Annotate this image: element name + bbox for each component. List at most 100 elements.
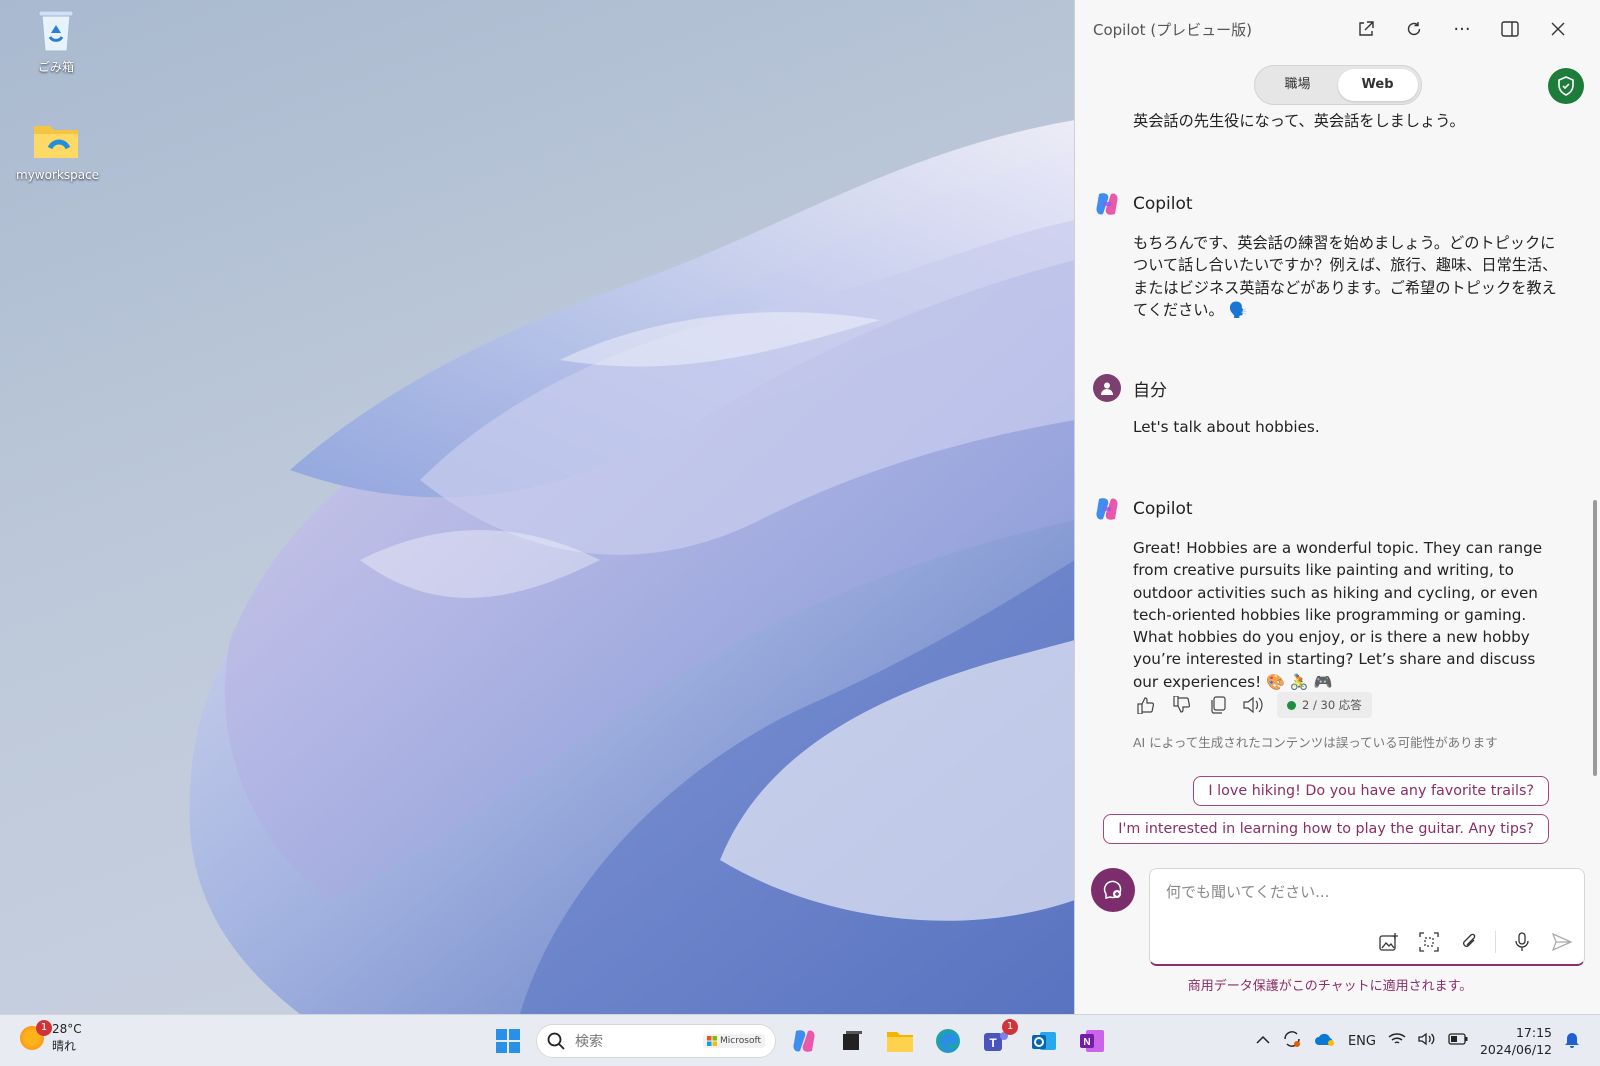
composer-tools	[1375, 928, 1576, 956]
image-add-icon	[1379, 933, 1398, 951]
panel-titlebar: Copilot (プレビュー版) ···	[1075, 0, 1600, 58]
copilot-logo-icon	[1096, 193, 1118, 215]
taskbar-edge[interactable]	[928, 1021, 968, 1061]
desktop-icon-recycle-bin[interactable]: ごみ箱	[16, 6, 96, 75]
system-clock[interactable]: 17:15 2024/06/12	[1480, 1024, 1552, 1058]
refresh-icon	[1407, 22, 1421, 36]
taskbar-file-explorer[interactable]	[880, 1021, 920, 1061]
mode-toggle: 職場 Web	[1253, 65, 1422, 105]
file-explorer-icon	[887, 1032, 913, 1052]
battery-button[interactable]	[1448, 1033, 1468, 1049]
close-button[interactable]	[1534, 9, 1582, 49]
taskbar-copilot[interactable]	[784, 1021, 824, 1061]
weather-badge: 1	[36, 1020, 52, 1036]
chat-transcript: 英会話の先生役になって、英会話をしましょう。 Copilot もちろんです、英会…	[1075, 112, 1585, 872]
sun-icon: 1	[20, 1020, 52, 1050]
panel-title: Copilot (プレビュー版)	[1093, 20, 1253, 39]
dislike-button[interactable]	[1169, 692, 1195, 718]
system-tray: ENG 17:15 2024/06/12	[1256, 1021, 1580, 1061]
taskbar-task-view[interactable]	[832, 1021, 872, 1061]
suggestion-chip[interactable]: I love hiking! Do you have any favorite …	[1193, 776, 1549, 806]
new-chat-icon	[1103, 880, 1122, 899]
thumbs-up-icon	[1137, 697, 1155, 714]
message-text: Great! Hobbies are a wonderful topic. Th…	[1133, 539, 1543, 691]
copy-button[interactable]	[1205, 692, 1231, 718]
new-topic-button[interactable]	[1091, 868, 1135, 912]
wifi-icon	[1388, 1033, 1406, 1044]
input-language[interactable]: ENG	[1348, 1034, 1376, 1049]
taskbar-search[interactable]: 検索 Microsoft	[536, 1024, 776, 1058]
message-author: 自分	[1133, 380, 1167, 401]
taskbar-onenote[interactable]: N	[1072, 1021, 1112, 1061]
clock-date: 2024/06/12	[1479, 1042, 1552, 1057]
user-avatar	[1093, 374, 1121, 402]
send-icon	[1552, 933, 1572, 951]
weather-widget[interactable]: 1 28°C 晴れ	[20, 1020, 82, 1055]
copilot-panel: Copilot (プレビュー版) ··· 職場 Web 英会話の先生役になって、…	[1074, 0, 1600, 1014]
desktop-icon-myworkspace[interactable]: myworkspace	[16, 116, 99, 182]
taskbar-outlook[interactable]	[1024, 1021, 1064, 1061]
dock-toggle-button[interactable]	[1486, 9, 1534, 49]
more-options-button[interactable]: ···	[1438, 9, 1486, 49]
show-hidden-icons-button[interactable]	[1256, 1034, 1270, 1049]
voice-input-button[interactable]	[1508, 928, 1536, 956]
desktop-icon-label: ごみ箱	[37, 60, 74, 74]
onedrive-tray-button[interactable]	[1314, 1031, 1336, 1051]
read-aloud-button[interactable]	[1241, 692, 1267, 718]
tab-web[interactable]: Web	[1337, 69, 1418, 101]
refresh-button[interactable]	[1390, 9, 1438, 49]
taskbar: 1 28°C 晴れ 検索 Microsoft T1 N ENG 17:15 20…	[0, 1014, 1600, 1066]
response-count-badge: 2 / 30 応答	[1277, 692, 1372, 718]
chat-scrollbar[interactable]	[1593, 500, 1597, 776]
taskbar-teams[interactable]: T1	[976, 1019, 1018, 1061]
volume-icon	[1418, 1032, 1435, 1046]
suggestion-chip[interactable]: I'm interested in learning how to play t…	[1103, 814, 1549, 844]
chat-input[interactable]	[1166, 883, 1566, 901]
tab-work[interactable]: 職場	[1258, 69, 1338, 101]
bell-icon	[1565, 1033, 1579, 1048]
onedrive-icon	[1314, 1033, 1334, 1046]
screenshot-button[interactable]	[1415, 928, 1443, 956]
weather-temperature: 28°C	[52, 1022, 82, 1036]
close-icon	[1551, 22, 1565, 36]
message-author: Copilot	[1133, 194, 1193, 214]
task-view-icon	[843, 1031, 862, 1050]
mode-toggle-row: 職場 Web	[1075, 58, 1600, 112]
edge-icon	[936, 1029, 960, 1053]
windows-logo-icon	[496, 1029, 520, 1053]
notifications-button[interactable]	[1564, 1030, 1580, 1052]
folder-icon	[32, 116, 80, 164]
start-button[interactable]	[488, 1021, 528, 1061]
network-button[interactable]	[1388, 1032, 1406, 1050]
svg-text:N: N	[1083, 1037, 1090, 1048]
add-image-button[interactable]	[1375, 928, 1403, 956]
microsoft-search-pill: Microsoft	[703, 1034, 765, 1048]
chat-composer	[1149, 868, 1585, 966]
message-text: もちろんです、英会話の練習を始めましょう。どのトピックについて話し合いたいですか…	[1133, 234, 1558, 319]
message-author: Copilot	[1133, 499, 1193, 519]
search-placeholder: 検索	[575, 1034, 603, 1050]
thumbs-down-icon	[1173, 696, 1191, 713]
shield-check-icon	[1558, 76, 1574, 96]
message-text: 英会話の先生役になって、英会話をしましょう。	[1133, 112, 1465, 130]
message-text: Let's talk about hobbies.	[1133, 418, 1320, 436]
data-protection-button[interactable]	[1548, 68, 1584, 104]
open-external-button[interactable]	[1342, 9, 1390, 49]
send-button[interactable]	[1548, 928, 1576, 956]
open-external-icon	[1359, 21, 1374, 36]
battery-icon	[1448, 1033, 1468, 1045]
paperclip-icon	[1463, 933, 1476, 947]
copilot-logo-icon	[1096, 498, 1118, 520]
clock-time: 17:15	[1515, 1025, 1552, 1040]
person-icon	[1101, 382, 1113, 395]
teams-badge: 1	[1002, 1019, 1018, 1035]
screenshot-icon	[1419, 932, 1439, 952]
desktop-wallpaper	[0, 0, 1075, 1014]
svg-text:T: T	[989, 1036, 997, 1050]
attach-button[interactable]	[1455, 928, 1483, 956]
like-button[interactable]	[1133, 692, 1159, 718]
volume-button[interactable]	[1418, 1032, 1436, 1050]
more-icon: ···	[1453, 18, 1471, 40]
sync-tray-button[interactable]	[1282, 1029, 1302, 1053]
copilot-message: Copilot Great! Hobbies are a wonderful t…	[1093, 495, 1563, 693]
